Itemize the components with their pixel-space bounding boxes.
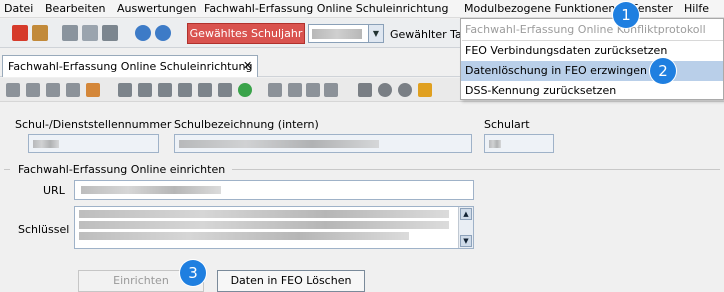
key-scrollbar[interactable]: ▲ ▼ [458,207,473,248]
step-badge-3: 3 [180,260,206,286]
step-badge-1: 1 [613,2,639,28]
previous-page-icon[interactable] [138,83,152,97]
window-icon[interactable] [82,25,98,41]
menu-item-reset-dss[interactable]: DSS-Kennung zurücksetzen [461,81,723,101]
refresh-icon[interactable] [238,83,252,97]
step-badge-2: 2 [650,58,676,84]
previous-record-icon[interactable] [158,83,172,97]
day-label: Gewählter Tag [390,28,469,41]
group-divider-right [232,169,720,170]
school-year-select[interactable]: ▼ [308,24,384,43]
feo-group-label: Fachwahl-Erfassung Online einrichten [18,163,226,176]
first-record-icon[interactable] [118,83,132,97]
menu-hilfe[interactable]: Hilfe [684,2,709,15]
undo-icon[interactable] [46,83,60,97]
delete-data-button[interactable]: Daten in FEO Löschen [217,270,365,292]
school-number-label: Schul-/Dienststellennummer [15,118,172,131]
school-number-redacted [33,140,59,148]
help-icon[interactable] [135,25,151,41]
school-name-redacted [179,140,379,148]
cut-icon[interactable] [288,83,302,97]
tab-fachwahl-erfassung[interactable]: Fachwahl-Erfassung Online Schuleinrichtu… [2,55,258,77]
school-number-field [28,134,159,153]
chevron-down-icon[interactable]: ▼ [368,25,383,42]
save-icon[interactable] [26,83,40,97]
menu-item-conflict-log: Fachwahl-Erfassung Online Konfliktprotok… [465,23,706,36]
menu-modulbezogene-funktionen[interactable]: Modulbezogene Funktionen [464,2,615,15]
menu-bearbeiten[interactable]: Bearbeiten [45,2,105,15]
tab-label: Fachwahl-Erfassung Online Schuleinrichtu… [8,60,253,73]
url-redacted [81,186,221,194]
copy-icon[interactable] [62,25,78,41]
school-year-value-redacted [312,29,362,39]
forward-icon[interactable] [198,83,212,97]
key-field[interactable]: ▲ ▼ [74,206,474,249]
next-record-icon[interactable] [218,83,232,97]
bell-icon[interactable] [418,83,432,97]
scroll-up-icon[interactable]: ▲ [460,208,472,220]
menu-item-reset-connection[interactable]: FEO Verbindungsdaten zurücksetzen [461,41,723,61]
group-divider-left [4,169,10,170]
scroll-down-icon[interactable]: ▼ [460,235,472,247]
menu-fachwahl-erfassung[interactable]: Fachwahl-Erfassung Online Schuleinrichtu… [204,2,448,15]
calendar-icon[interactable] [86,83,100,97]
delete-icon[interactable] [66,83,80,97]
menu-datei[interactable]: Datei [4,2,33,15]
print-icon[interactable] [358,83,372,97]
school-year-button[interactable]: Gewähltes Schuljahr [187,23,305,44]
url-label: URL [43,184,65,197]
close-icon[interactable]: ✕ [243,59,252,72]
key-line2-redacted [79,221,449,229]
menu-item-force-delete[interactable]: Datenlöschung in FEO erzwingen [461,61,723,81]
school-type-label: Schulart [484,118,530,131]
report-icon[interactable] [32,25,48,41]
lightning-icon[interactable] [102,25,118,41]
school-type-field [484,134,554,153]
key-label: Schlüssel [18,223,70,236]
arrow-left-icon[interactable] [268,83,282,97]
module-functions-dropdown: Fachwahl-Erfassung Online Konfliktprotok… [460,18,724,100]
preview-icon[interactable] [378,83,392,97]
info-icon[interactable] [155,25,171,41]
back-icon[interactable] [178,83,192,97]
book-icon[interactable] [12,25,28,41]
school-type-redacted [489,140,501,148]
menu-auswertungen[interactable]: Auswertungen [117,2,197,15]
paste-icon[interactable] [324,83,338,97]
lightbulb-icon[interactable] [398,83,412,97]
key-line1-redacted [79,210,449,218]
new-icon[interactable] [6,83,20,97]
key-line3-redacted [79,232,409,240]
school-name-field [174,134,472,153]
url-field[interactable] [74,180,474,200]
copy-document-icon[interactable] [306,83,320,97]
school-name-label: Schulbezeichnung (intern) [174,118,319,131]
